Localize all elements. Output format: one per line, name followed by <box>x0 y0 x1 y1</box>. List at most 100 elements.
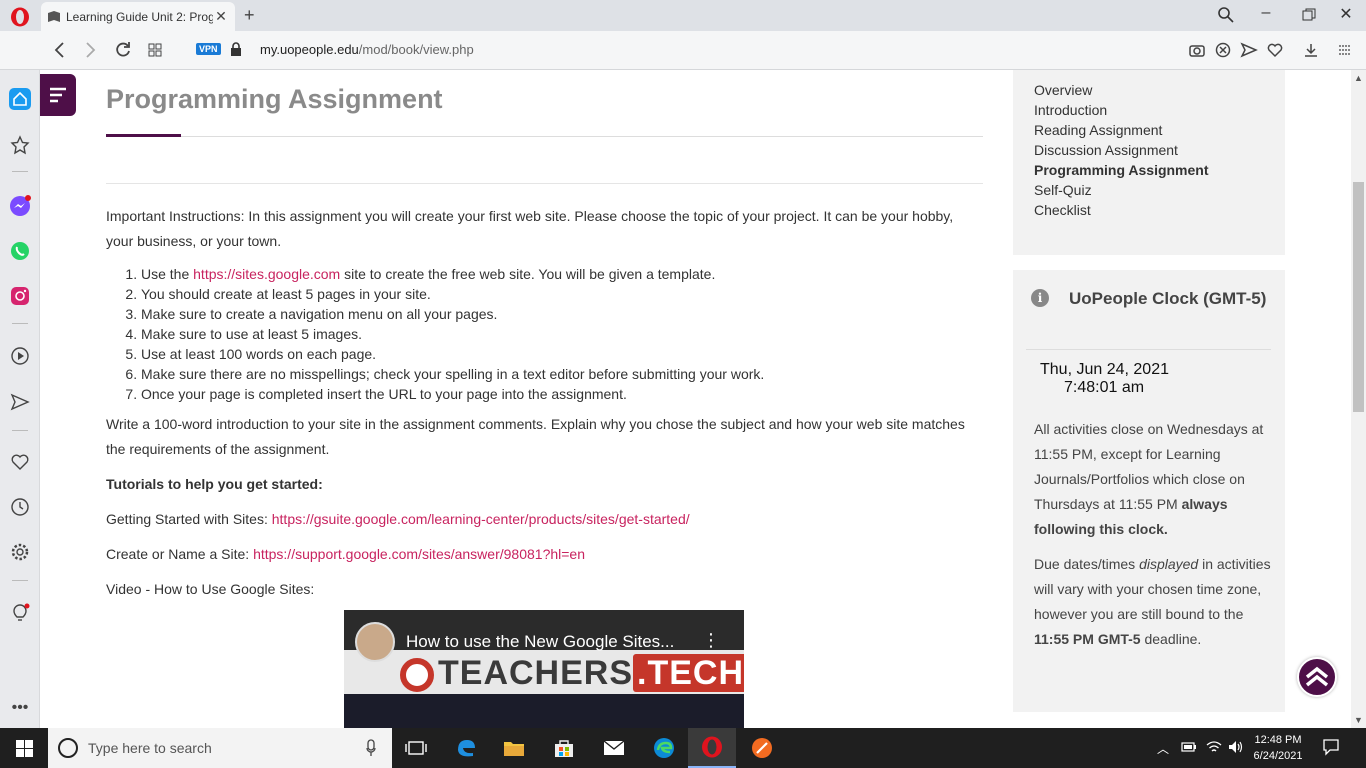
list-item: Make sure to create a navigation menu on… <box>141 304 966 324</box>
toc-item-self-quiz[interactable]: Self-Quiz <box>1034 180 1209 200</box>
tab-title: Learning Guide Unit 2: Prog <box>66 9 213 24</box>
adblock-icon[interactable] <box>1214 41 1232 59</box>
back-to-top-button[interactable] <box>1297 657 1337 697</box>
tutorials-heading: Tutorials to help you get started: <box>106 476 323 492</box>
restore-icon[interactable] <box>1297 8 1321 22</box>
page-main: Programming Assignment Important Instruc… <box>40 70 1351 728</box>
scroll-up-icon[interactable]: ▲ <box>1354 73 1363 83</box>
create-site-link[interactable]: https://support.google.com/sites/answer/… <box>253 546 585 562</box>
video-embed[interactable]: TEACHERS .TECH How to use the New Google … <box>344 610 744 728</box>
title-divider <box>106 136 983 137</box>
page-scrollbar[interactable]: ▲ ▼ <box>1351 70 1366 728</box>
tabs-grid-icon[interactable] <box>145 40 165 60</box>
more-options-icon[interactable]: ••• <box>8 696 32 720</box>
book-toc-block: Overview Introduction Reading Assignment… <box>1013 70 1285 255</box>
scroll-thumb[interactable] <box>1353 182 1364 412</box>
clock-block: i UoPeople Clock (GMT-5) Thu, Jun 24, 202… <box>1013 270 1285 712</box>
history-icon[interactable] <box>8 495 32 519</box>
content-divider <box>106 183 983 184</box>
toc-item-overview[interactable]: Overview <box>1034 80 1209 100</box>
toc-item-discussion[interactable]: Discussion Assignment <box>1034 140 1209 160</box>
player-icon[interactable] <box>8 344 32 368</box>
url-path: /mod/book/view.php <box>358 42 474 57</box>
notifications-icon[interactable] <box>1322 738 1340 756</box>
edge-legacy-icon[interactable] <box>442 728 490 768</box>
url-field[interactable]: my.uopeople.edu/mod/book/view.php <box>260 42 474 57</box>
drawer-toggle-button[interactable] <box>40 74 76 116</box>
download-icon[interactable] <box>1302 41 1320 59</box>
opera-taskbar-icon[interactable] <box>688 728 736 768</box>
heart-icon[interactable] <box>1266 41 1284 59</box>
back-icon[interactable] <box>50 40 70 60</box>
paint-app-icon[interactable] <box>738 728 786 768</box>
getting-started-line: Getting Started with Sites: https://gsui… <box>106 511 690 527</box>
windows-taskbar: Type here to search ︿ 12:48 PM 6/24/2021 <box>0 728 1366 768</box>
close-window-icon[interactable]: ✕ <box>1334 4 1358 24</box>
home-icon[interactable] <box>8 87 32 111</box>
edge-icon[interactable] <box>640 728 688 768</box>
reload-icon[interactable] <box>113 40 133 60</box>
search-placeholder: Type here to search <box>88 740 212 756</box>
scroll-down-icon[interactable]: ▼ <box>1354 715 1363 725</box>
taskbar-time: 12:48 PM <box>1254 734 1302 746</box>
vpn-badge[interactable]: VPN <box>196 43 221 55</box>
list-item: Make sure there are no misspellings; che… <box>141 364 966 384</box>
whatsapp-icon[interactable] <box>8 239 32 263</box>
browser-tab[interactable]: Learning Guide Unit 2: Prog ✕ <box>41 2 235 31</box>
getting-started-link[interactable]: https://gsuite.google.com/learning-cente… <box>272 511 690 527</box>
create-site-line: Create or Name a Site: https://support.g… <box>106 546 585 562</box>
task-view-icon[interactable] <box>392 728 440 768</box>
flow-send-icon[interactable] <box>8 390 32 414</box>
new-tab-icon[interactable]: + <box>244 5 255 26</box>
lock-icon[interactable] <box>230 42 242 57</box>
instructions-list: Use the https://sites.google.com site to… <box>141 264 966 404</box>
lightbulb-icon[interactable] <box>8 601 32 625</box>
messenger-icon[interactable] <box>8 194 32 218</box>
cortana-icon <box>58 738 78 758</box>
tray-overflow-icon[interactable]: ︿ <box>1157 740 1169 757</box>
toc-item-reading[interactable]: Reading Assignment <box>1034 120 1209 140</box>
windows-logo-icon <box>15 739 33 757</box>
deadline-note: All activities close on Wednesdays at 11… <box>1034 421 1264 537</box>
store-icon[interactable] <box>540 728 588 768</box>
video-more-icon[interactable]: ⋮ <box>702 630 720 651</box>
search-tabs-icon[interactable] <box>1214 6 1238 24</box>
start-button[interactable] <box>0 728 48 768</box>
camera-icon[interactable] <box>1188 41 1206 59</box>
opera-logo-icon[interactable] <box>10 7 30 27</box>
list-item: Use the https://sites.google.com site to… <box>141 264 966 284</box>
channel-avatar[interactable] <box>355 622 395 662</box>
instagram-icon[interactable] <box>8 284 32 308</box>
taskbar-date: 6/24/2021 <box>1253 750 1303 762</box>
list-item: Use at least 100 words on each page. <box>141 344 966 364</box>
bookmarks-icon[interactable] <box>8 133 32 157</box>
microphone-icon[interactable] <box>366 739 376 757</box>
google-sites-link[interactable]: https://sites.google.com <box>193 266 340 282</box>
video-title[interactable]: How to use the New Google Sites... <box>406 632 674 652</box>
mail-icon[interactable] <box>590 728 638 768</box>
tab-close-icon[interactable]: ✕ <box>213 8 229 25</box>
file-explorer-icon[interactable] <box>490 728 538 768</box>
settings-gear-icon[interactable] <box>8 540 32 564</box>
minimize-icon[interactable]: – <box>1254 4 1278 22</box>
toc-item-introduction[interactable]: Introduction <box>1034 100 1209 120</box>
volume-icon[interactable] <box>1228 740 1244 754</box>
book-toc: Overview Introduction Reading Assignment… <box>1034 80 1209 220</box>
page-title: Programming Assignment <box>106 84 443 114</box>
battery-icon[interactable] <box>1181 741 1197 753</box>
taskbar-search-box[interactable]: Type here to search <box>48 728 392 768</box>
title-accent-bar <box>106 134 181 137</box>
video-label: Video - How to Use Google Sites: <box>106 581 315 597</box>
timezone-note: Due dates/times displayed in activities … <box>1034 556 1271 647</box>
write-intro-paragraph: Write a 100-word introduction to your si… <box>106 416 965 457</box>
info-icon: i <box>1031 289 1049 307</box>
taskbar-clock[interactable]: 12:48 PM 6/24/2021 <box>1248 732 1308 764</box>
url-domain: my.uopeople.edu <box>260 42 359 57</box>
toc-item-checklist[interactable]: Checklist <box>1034 200 1209 220</box>
forward-icon[interactable] <box>80 40 100 60</box>
favorites-heart-icon[interactable] <box>8 450 32 474</box>
easy-setup-icon[interactable] <box>1336 41 1354 59</box>
address-bar: VPN my.uopeople.edu/mod/book/view.php <box>0 31 1366 70</box>
send-icon[interactable] <box>1240 41 1258 59</box>
wifi-icon[interactable] <box>1206 740 1222 754</box>
